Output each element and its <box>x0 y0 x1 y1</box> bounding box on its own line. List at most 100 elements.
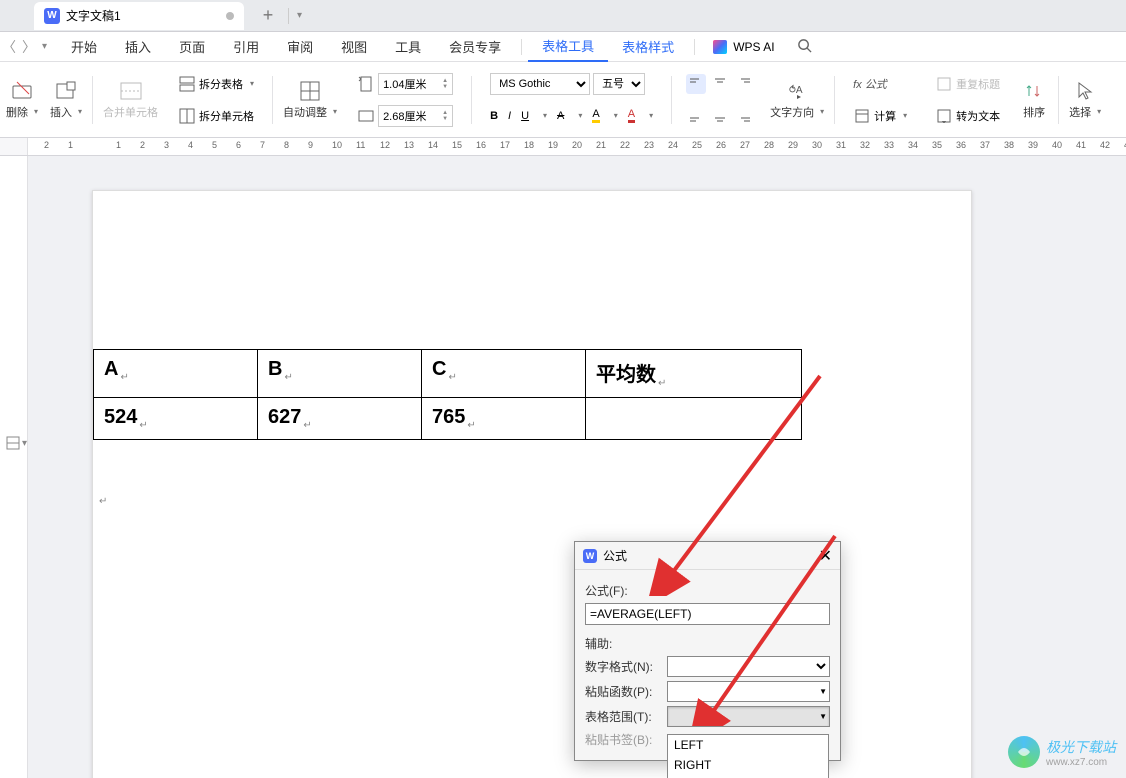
align-tc-button[interactable] <box>710 74 730 94</box>
delete-icon <box>11 80 33 102</box>
menu-review[interactable]: 审阅 <box>273 37 327 56</box>
size-group: 1.04厘米▲▼ 2.68厘米▲▼ <box>343 68 467 132</box>
highlight-button[interactable]: A <box>592 108 599 123</box>
menu-table-tools[interactable]: 表格工具 <box>528 32 608 62</box>
insert-icon <box>55 80 77 102</box>
watermark: 极光下载站 www.xz7.com <box>1008 736 1116 768</box>
nav-arrows: 〈 〉 ▾ <box>0 37 57 57</box>
formula-label: 公式(F): <box>585 582 830 599</box>
number-format-select[interactable] <box>667 656 830 677</box>
ruler-tick: 12 <box>380 140 390 150</box>
menu-page[interactable]: 页面 <box>165 37 219 56</box>
table-cell[interactable]: C↵ <box>422 350 586 398</box>
to-text-button[interactable]: 转为文本 <box>931 102 1004 130</box>
strike-button[interactable]: A <box>557 110 564 122</box>
split-table-button[interactable]: 拆分表格▾ <box>174 70 258 98</box>
table-cell[interactable]: 765↵ <box>422 398 586 440</box>
document-tab[interactable]: W 文字文稿1 <box>34 2 244 30</box>
row-height-input[interactable]: 1.04厘米▲▼ <box>378 73 453 95</box>
word-icon: W <box>44 8 60 24</box>
table-cell[interactable]: 627↵ <box>258 398 422 440</box>
font-name-select[interactable]: MS Gothic <box>490 73 590 95</box>
ruler-tick: 22 <box>620 140 630 150</box>
divider <box>288 8 289 24</box>
calculator-icon <box>853 107 871 125</box>
menu-member[interactable]: 会员专享 <box>435 37 515 56</box>
v-ruler[interactable] <box>0 156 28 778</box>
split-cells-icon <box>178 107 196 125</box>
sort-button[interactable]: 排序 <box>1014 76 1054 124</box>
doc-name: 文字文稿1 <box>66 7 121 24</box>
h-ruler[interactable]: 3211234567891011121314151617181920212223… <box>28 138 1126 155</box>
merge-cells-button[interactable]: 合并单元格 <box>97 76 164 124</box>
nav-icon[interactable]: ▾ <box>6 436 27 450</box>
fontcolor-button[interactable]: A <box>628 108 635 123</box>
insert-button[interactable]: 插入▾ <box>44 76 88 124</box>
table-cell[interactable]: A↵ <box>94 350 258 398</box>
doc-tab-left: W 文字文稿1 <box>44 7 121 24</box>
dropdown-item[interactable]: RIGHT <box>668 755 828 775</box>
align-tr-button[interactable] <box>734 74 754 94</box>
paste-function-label: 粘贴函数(P): <box>585 683 663 700</box>
align-br-button[interactable] <box>734 106 754 126</box>
dialog-titlebar[interactable]: W 公式 ✕ <box>575 542 840 570</box>
table-range-select[interactable]: ▼ <box>667 706 830 727</box>
separator <box>1058 76 1059 124</box>
menu-start[interactable]: 开始 <box>57 37 111 56</box>
watermark-text: 极光下载站 <box>1046 737 1116 757</box>
formula-input[interactable] <box>585 603 830 625</box>
menu-reference[interactable]: 引用 <box>219 37 273 56</box>
col-width-icon <box>357 107 375 125</box>
split-cells-button[interactable]: 拆分单元格 <box>174 102 258 130</box>
ruler-tick: 17 <box>500 140 510 150</box>
select-button[interactable]: 选择▾ <box>1063 76 1107 124</box>
ruler-tick: 16 <box>476 140 486 150</box>
wps-ai-label: WPS AI <box>733 40 774 54</box>
font-style-row: B I U▾ A▾ A▾ A▾ <box>486 102 657 130</box>
italic-button[interactable]: I <box>508 110 511 122</box>
ruler-tick: 28 <box>764 140 774 150</box>
nav-back-icon[interactable]: 〈 <box>2 37 16 57</box>
fx-formula-button[interactable]: fx 公式 <box>849 70 911 98</box>
paste-function-select[interactable]: ▼ <box>667 681 830 702</box>
menu-tools[interactable]: 工具 <box>381 37 435 56</box>
dropdown-item[interactable]: LEFT <box>668 735 828 755</box>
table-cell[interactable]: B↵ <box>258 350 422 398</box>
table-cell[interactable] <box>586 398 802 440</box>
divider <box>694 39 695 55</box>
close-icon[interactable]: ✕ <box>819 546 832 566</box>
chevron-down-icon[interactable]: ▾ <box>297 10 302 21</box>
document-table[interactable]: A↵ B↵ C↵ 平均数↵ 524↵ 627↵ 765↵ <box>93 349 802 440</box>
ruler-tick: 11 <box>356 140 365 150</box>
delete-button[interactable]: 删除▾ <box>0 76 44 124</box>
repeat-header-button[interactable]: 重复标题 <box>931 70 1004 98</box>
font-group: MS Gothic 五号 B I U▾ A▾ A▾ A▾ <box>476 68 667 132</box>
add-tab-button[interactable]: + <box>256 4 280 28</box>
align-bl-button[interactable] <box>686 106 706 126</box>
menu-table-style[interactable]: 表格样式 <box>608 37 688 56</box>
col-width-input[interactable]: 2.68厘米▲▼ <box>378 105 453 127</box>
search-icon[interactable] <box>787 38 822 56</box>
nav-forward-icon[interactable]: 〉 <box>22 37 36 57</box>
menu-view[interactable]: 视图 <box>327 37 381 56</box>
wps-ai-button[interactable]: WPS AI <box>701 40 786 54</box>
nav-dropdown-icon[interactable]: ▾ <box>42 41 47 52</box>
tab-close-icon[interactable] <box>226 12 234 20</box>
auto-resize-button[interactable]: 自动调整▾ <box>277 76 343 124</box>
sort-icon <box>1023 80 1045 102</box>
bold-button[interactable]: B <box>490 110 498 122</box>
align-bc-button[interactable] <box>710 106 730 126</box>
font-size-select[interactable]: 五号 <box>593 73 645 95</box>
ruler-tick: 32 <box>860 140 870 150</box>
auto-resize-icon <box>299 80 321 102</box>
table-cell[interactable]: 524↵ <box>94 398 258 440</box>
align-tl-button[interactable] <box>686 74 706 94</box>
underline-button[interactable]: U <box>521 110 529 122</box>
table-cell[interactable]: 平均数↵ <box>586 350 802 398</box>
text-direction-button[interactable]: ⥀A 文字方向▾ <box>764 76 830 124</box>
align-row-top <box>686 74 754 94</box>
row-height-icon <box>357 75 375 93</box>
ruler-corner <box>0 138 28 155</box>
calculate-button[interactable]: 计算▾ <box>849 102 911 130</box>
menu-insert[interactable]: 插入 <box>111 37 165 56</box>
